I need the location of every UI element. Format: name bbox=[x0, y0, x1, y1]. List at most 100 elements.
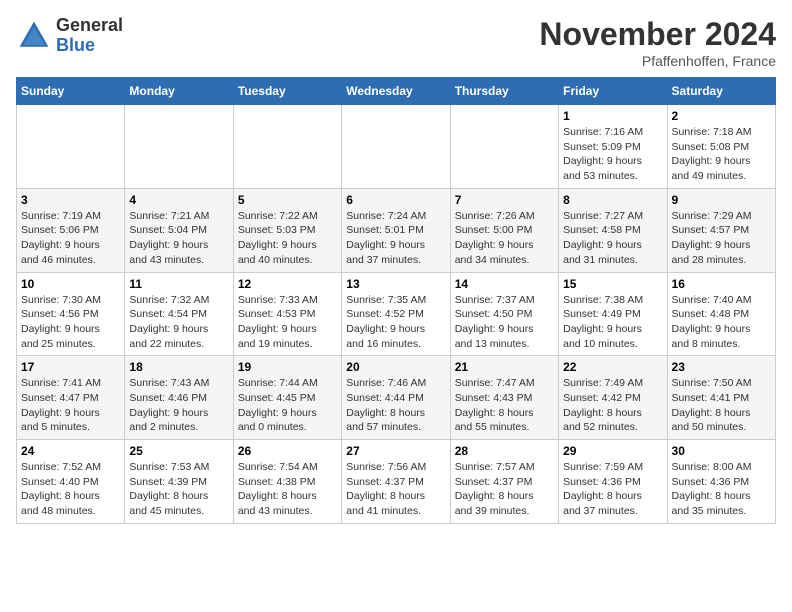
day-info: Sunrise: 7:18 AM Sunset: 5:08 PM Dayligh… bbox=[672, 125, 771, 184]
title-block: November 2024 Pfaffenhoffen, France bbox=[539, 16, 776, 69]
calendar-cell: 24 Sunrise: 7:52 AM Sunset: 4:40 PM Dayli… bbox=[17, 440, 125, 524]
day-number: 22 bbox=[563, 360, 662, 374]
day-info: Sunrise: 7:43 AM Sunset: 4:46 PM Dayligh… bbox=[129, 376, 228, 435]
day-info: Sunrise: 7:44 AM Sunset: 4:45 PM Dayligh… bbox=[238, 376, 337, 435]
header-friday: Friday bbox=[559, 78, 667, 105]
day-info: Sunrise: 7:41 AM Sunset: 4:47 PM Dayligh… bbox=[21, 376, 120, 435]
day-number: 11 bbox=[129, 277, 228, 291]
day-number: 25 bbox=[129, 444, 228, 458]
day-number: 24 bbox=[21, 444, 120, 458]
logo: General Blue bbox=[16, 16, 123, 56]
day-info: Sunrise: 7:53 AM Sunset: 4:39 PM Dayligh… bbox=[129, 460, 228, 519]
calendar-cell: 17 Sunrise: 7:41 AM Sunset: 4:47 PM Dayli… bbox=[17, 356, 125, 440]
calendar-cell: 28 Sunrise: 7:57 AM Sunset: 4:37 PM Dayli… bbox=[450, 440, 558, 524]
day-info: Sunrise: 7:33 AM Sunset: 4:53 PM Dayligh… bbox=[238, 293, 337, 352]
calendar-cell: 8Sunrise: 7:27 AM Sunset: 4:58 PM Daylig… bbox=[559, 188, 667, 272]
day-number: 18 bbox=[129, 360, 228, 374]
day-number: 13 bbox=[346, 277, 445, 291]
day-info: Sunrise: 7:57 AM Sunset: 4:37 PM Dayligh… bbox=[455, 460, 554, 519]
day-number: 27 bbox=[346, 444, 445, 458]
logo-general: General bbox=[56, 16, 123, 36]
calendar-cell bbox=[17, 105, 125, 189]
day-number: 29 bbox=[563, 444, 662, 458]
day-number: 8 bbox=[563, 193, 662, 207]
day-number: 2 bbox=[672, 109, 771, 123]
calendar-cell: 2 Sunrise: 7:18 AM Sunset: 5:08 PM Daylig… bbox=[667, 105, 775, 189]
day-number: 3 bbox=[21, 193, 120, 207]
day-number: 6 bbox=[346, 193, 445, 207]
day-info: Sunrise: 7:54 AM Sunset: 4:38 PM Dayligh… bbox=[238, 460, 337, 519]
week-row-5: 24 Sunrise: 7:52 AM Sunset: 4:40 PM Dayli… bbox=[17, 440, 776, 524]
calendar-cell: 20Sunrise: 7:46 AM Sunset: 4:44 PM Dayli… bbox=[342, 356, 450, 440]
day-number: 17 bbox=[21, 360, 120, 374]
day-info: Sunrise: 7:19 AM Sunset: 5:06 PM Dayligh… bbox=[21, 209, 120, 268]
calendar-cell: 19Sunrise: 7:44 AM Sunset: 4:45 PM Dayli… bbox=[233, 356, 341, 440]
day-info: Sunrise: 8:00 AM Sunset: 4:36 PM Dayligh… bbox=[672, 460, 771, 519]
weekday-header-row: SundayMondayTuesdayWednesdayThursdayFrid… bbox=[17, 78, 776, 105]
day-info: Sunrise: 7:24 AM Sunset: 5:01 PM Dayligh… bbox=[346, 209, 445, 268]
calendar-cell: 7 Sunrise: 7:26 AM Sunset: 5:00 PM Daylig… bbox=[450, 188, 558, 272]
day-number: 28 bbox=[455, 444, 554, 458]
day-number: 21 bbox=[455, 360, 554, 374]
day-number: 5 bbox=[238, 193, 337, 207]
day-number: 4 bbox=[129, 193, 228, 207]
day-number: 23 bbox=[672, 360, 771, 374]
calendar-cell: 9Sunrise: 7:29 AM Sunset: 4:57 PM Daylig… bbox=[667, 188, 775, 272]
calendar-cell: 14Sunrise: 7:37 AM Sunset: 4:50 PM Dayli… bbox=[450, 272, 558, 356]
day-number: 1 bbox=[563, 109, 662, 123]
day-info: Sunrise: 7:40 AM Sunset: 4:48 PM Dayligh… bbox=[672, 293, 771, 352]
header-saturday: Saturday bbox=[667, 78, 775, 105]
calendar-cell: 10Sunrise: 7:30 AM Sunset: 4:56 PM Dayli… bbox=[17, 272, 125, 356]
day-number: 15 bbox=[563, 277, 662, 291]
calendar-cell: 23 Sunrise: 7:50 AM Sunset: 4:41 PM Dayli… bbox=[667, 356, 775, 440]
calendar-cell bbox=[233, 105, 341, 189]
day-info: Sunrise: 7:30 AM Sunset: 4:56 PM Dayligh… bbox=[21, 293, 120, 352]
logo-blue: Blue bbox=[56, 36, 123, 56]
header-wednesday: Wednesday bbox=[342, 78, 450, 105]
calendar-cell: 18 Sunrise: 7:43 AM Sunset: 4:46 PM Dayli… bbox=[125, 356, 233, 440]
calendar-cell: 29 Sunrise: 7:59 AM Sunset: 4:36 PM Dayli… bbox=[559, 440, 667, 524]
logo-icon bbox=[16, 18, 52, 54]
day-number: 30 bbox=[672, 444, 771, 458]
day-info: Sunrise: 7:47 AM Sunset: 4:43 PM Dayligh… bbox=[455, 376, 554, 435]
logo-text: General Blue bbox=[56, 16, 123, 56]
calendar-cell: 27Sunrise: 7:56 AM Sunset: 4:37 PM Dayli… bbox=[342, 440, 450, 524]
day-info: Sunrise: 7:16 AM Sunset: 5:09 PM Dayligh… bbox=[563, 125, 662, 184]
day-info: Sunrise: 7:35 AM Sunset: 4:52 PM Dayligh… bbox=[346, 293, 445, 352]
day-info: Sunrise: 7:32 AM Sunset: 4:54 PM Dayligh… bbox=[129, 293, 228, 352]
header-tuesday: Tuesday bbox=[233, 78, 341, 105]
day-info: Sunrise: 7:26 AM Sunset: 5:00 PM Dayligh… bbox=[455, 209, 554, 268]
week-row-4: 17 Sunrise: 7:41 AM Sunset: 4:47 PM Dayli… bbox=[17, 356, 776, 440]
month-title: November 2024 bbox=[539, 16, 776, 53]
header-monday: Monday bbox=[125, 78, 233, 105]
location: Pfaffenhoffen, France bbox=[539, 53, 776, 69]
calendar-cell: 6 Sunrise: 7:24 AM Sunset: 5:01 PM Daylig… bbox=[342, 188, 450, 272]
header-sunday: Sunday bbox=[17, 78, 125, 105]
calendar-cell: 1 Sunrise: 7:16 AM Sunset: 5:09 PM Daylig… bbox=[559, 105, 667, 189]
calendar-cell bbox=[125, 105, 233, 189]
day-number: 16 bbox=[672, 277, 771, 291]
header-thursday: Thursday bbox=[450, 78, 558, 105]
day-info: Sunrise: 7:21 AM Sunset: 5:04 PM Dayligh… bbox=[129, 209, 228, 268]
day-info: Sunrise: 7:59 AM Sunset: 4:36 PM Dayligh… bbox=[563, 460, 662, 519]
day-number: 12 bbox=[238, 277, 337, 291]
calendar-cell: 16 Sunrise: 7:40 AM Sunset: 4:48 PM Dayli… bbox=[667, 272, 775, 356]
day-info: Sunrise: 7:52 AM Sunset: 4:40 PM Dayligh… bbox=[21, 460, 120, 519]
day-info: Sunrise: 7:38 AM Sunset: 4:49 PM Dayligh… bbox=[563, 293, 662, 352]
day-number: 14 bbox=[455, 277, 554, 291]
calendar-cell: 13 Sunrise: 7:35 AM Sunset: 4:52 PM Dayli… bbox=[342, 272, 450, 356]
calendar-cell: 5 Sunrise: 7:22 AM Sunset: 5:03 PM Daylig… bbox=[233, 188, 341, 272]
day-number: 26 bbox=[238, 444, 337, 458]
calendar-cell: 4 Sunrise: 7:21 AM Sunset: 5:04 PM Daylig… bbox=[125, 188, 233, 272]
day-info: Sunrise: 7:49 AM Sunset: 4:42 PM Dayligh… bbox=[563, 376, 662, 435]
day-number: 20 bbox=[346, 360, 445, 374]
calendar-cell: 30 Sunrise: 8:00 AM Sunset: 4:36 PM Dayli… bbox=[667, 440, 775, 524]
day-info: Sunrise: 7:22 AM Sunset: 5:03 PM Dayligh… bbox=[238, 209, 337, 268]
calendar-cell: 25 Sunrise: 7:53 AM Sunset: 4:39 PM Dayli… bbox=[125, 440, 233, 524]
day-number: 7 bbox=[455, 193, 554, 207]
calendar-cell: 15 Sunrise: 7:38 AM Sunset: 4:49 PM Dayli… bbox=[559, 272, 667, 356]
page-header: General Blue November 2024 Pfaffenhoffen… bbox=[16, 16, 776, 69]
calendar-cell: 22 Sunrise: 7:49 AM Sunset: 4:42 PM Dayli… bbox=[559, 356, 667, 440]
calendar-cell: 12 Sunrise: 7:33 AM Sunset: 4:53 PM Dayli… bbox=[233, 272, 341, 356]
day-info: Sunrise: 7:50 AM Sunset: 4:41 PM Dayligh… bbox=[672, 376, 771, 435]
